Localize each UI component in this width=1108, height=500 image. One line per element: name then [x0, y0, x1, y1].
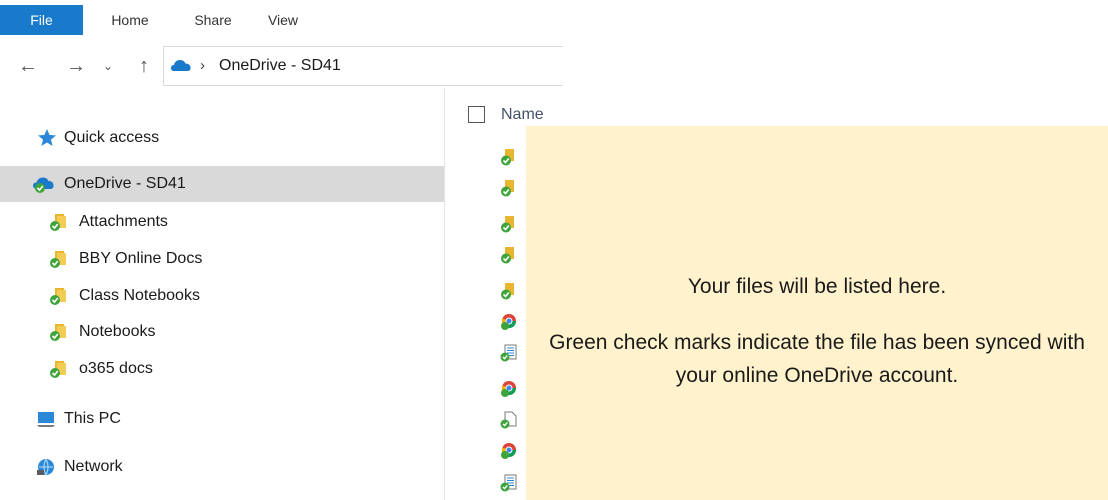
tab-view[interactable]: View — [258, 5, 308, 35]
folder-synced-icon — [50, 251, 66, 268]
back-arrow-icon[interactable]: ← — [16, 44, 40, 88]
nav-item-folder[interactable]: Class Notebooks — [0, 278, 444, 314]
computer-icon — [37, 412, 55, 427]
ribbon-tabs: File Home Share View — [0, 0, 560, 36]
nav-item-folder[interactable]: Notebooks — [0, 314, 444, 350]
folder-synced-icon — [50, 324, 66, 341]
nav-item-network[interactable]: Network — [0, 449, 444, 485]
navigation-pane: Quick access OneDrive - SD41 Attachments… — [0, 100, 444, 500]
folder-synced-icon[interactable] — [500, 282, 518, 300]
onedrive-synced-icon — [33, 177, 54, 193]
nav-label: Quick access — [64, 129, 160, 146]
folder-synced-icon — [50, 214, 66, 231]
tab-share[interactable]: Share — [188, 5, 238, 35]
star-icon — [38, 129, 56, 146]
folder-synced-icon[interactable] — [500, 179, 518, 197]
nav-label: This PC — [64, 410, 121, 427]
nav-item-folder[interactable]: o365 docs — [0, 351, 444, 387]
address-bar[interactable]: › OneDrive - SD41 — [163, 46, 563, 86]
nav-item-onedrive[interactable]: OneDrive - SD41 — [0, 166, 444, 202]
navigation-bar: ← → ⌄ ↑ › OneDrive - SD41 — [0, 44, 563, 88]
nav-label: Class Notebooks — [79, 287, 200, 304]
tab-file[interactable]: File — [0, 5, 83, 35]
nav-label: BBY Online Docs — [79, 250, 203, 267]
forward-arrow-icon[interactable]: → — [64, 44, 88, 88]
folder-synced-icon[interactable] — [500, 215, 518, 233]
folder-synced-icon — [50, 288, 66, 305]
nav-item-folder[interactable]: Attachments — [0, 204, 444, 240]
callout-box: Your files will be listed here. Green ch… — [526, 126, 1108, 500]
folder-synced-icon — [50, 361, 66, 378]
callout-text-files: Your files will be listed here. — [687, 275, 947, 298]
chrome-synced-icon[interactable] — [500, 313, 518, 331]
document-synced-icon[interactable] — [500, 474, 518, 492]
document-synced-icon[interactable] — [500, 344, 518, 362]
callout-text-sync: Green check marks indicate the file has … — [549, 331, 1085, 387]
nav-label: Notebooks — [79, 323, 156, 340]
nav-item-this-pc[interactable]: This PC — [0, 401, 444, 437]
nav-label: o365 docs — [79, 360, 153, 377]
breadcrumb-onedrive[interactable]: OneDrive - SD41 — [219, 47, 341, 85]
chrome-synced-icon[interactable] — [500, 442, 518, 460]
file-synced-icon[interactable] — [500, 411, 518, 429]
onedrive-cloud-icon — [171, 60, 191, 71]
nav-label: Network — [64, 458, 123, 475]
network-icon — [37, 458, 54, 476]
nav-label: OneDrive - SD41 — [64, 175, 186, 192]
tab-home[interactable]: Home — [104, 5, 156, 35]
nav-label: Attachments — [79, 213, 168, 230]
pane-divider[interactable] — [444, 88, 445, 500]
breadcrumb-chevron-icon: › — [200, 57, 205, 74]
up-arrow-icon[interactable]: ↑ — [132, 44, 156, 88]
chevron-down-icon[interactable]: ⌄ — [96, 44, 120, 88]
folder-synced-icon[interactable] — [500, 246, 518, 264]
nav-item-folder[interactable]: BBY Online Docs — [0, 241, 444, 277]
chrome-synced-icon[interactable] — [500, 380, 518, 398]
nav-item-quick-access[interactable]: Quick access — [0, 120, 444, 156]
select-all-checkbox[interactable] — [468, 106, 485, 123]
folder-synced-icon[interactable] — [500, 148, 518, 166]
